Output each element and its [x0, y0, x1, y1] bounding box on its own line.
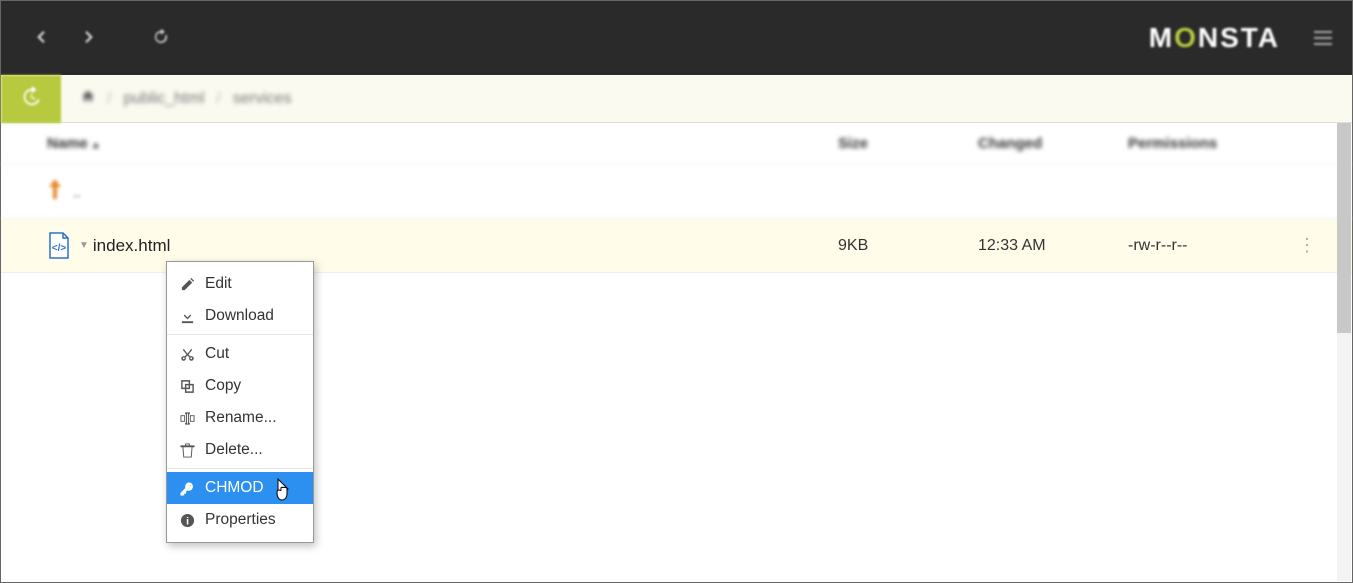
pointer-cursor-icon	[272, 478, 292, 505]
up-arrow-icon	[47, 179, 63, 205]
breadcrumb-bar: / public_html / services	[1, 75, 1352, 123]
breadcrumb-separator: /	[216, 90, 220, 108]
column-header-changed[interactable]: Changed	[978, 135, 1128, 152]
context-menu-edit[interactable]: Edit	[167, 268, 313, 300]
back-button[interactable]	[17, 14, 65, 62]
file-changed: 12:33 AM	[978, 237, 1128, 255]
context-menu-label: Properties	[205, 511, 276, 529]
trash-icon	[179, 443, 195, 458]
info-icon: i	[179, 513, 195, 528]
context-menu-label: Edit	[205, 275, 232, 293]
column-header-name[interactable]: Name▲	[25, 135, 838, 152]
breadcrumb-home[interactable]	[81, 89, 95, 108]
rename-icon	[179, 411, 195, 426]
hamburger-icon	[1314, 31, 1332, 45]
context-menu-properties[interactable]: i Properties	[167, 504, 313, 536]
context-menu-label: CHMOD	[205, 479, 264, 497]
scrollbar-thumb[interactable]	[1337, 123, 1351, 333]
cut-icon	[179, 347, 195, 362]
column-headers: Name▲ Size Changed Permissions	[1, 123, 1352, 165]
context-menu-cut[interactable]: Cut	[167, 338, 313, 370]
context-menu-download[interactable]: Download	[167, 300, 313, 335]
file-size: 9KB	[838, 237, 978, 255]
app-logo: MONSTA	[1149, 22, 1280, 54]
context-menu-rename[interactable]: Rename...	[167, 402, 313, 434]
sort-asc-icon: ▲	[91, 140, 101, 151]
svg-text:i: i	[186, 516, 189, 527]
refresh-icon	[152, 28, 170, 49]
forward-button[interactable]	[65, 14, 113, 62]
file-name: index.html	[93, 236, 170, 256]
chevron-left-icon	[32, 28, 50, 49]
key-icon	[179, 481, 195, 496]
copy-icon	[179, 379, 195, 394]
context-menu-copy[interactable]: Copy	[167, 370, 313, 402]
vertical-scrollbar[interactable]	[1337, 123, 1351, 581]
context-menu-label: Delete...	[205, 441, 263, 459]
html-file-icon: </>	[47, 232, 71, 260]
breadcrumb-separator: /	[107, 90, 111, 108]
breadcrumb-segment[interactable]: services	[233, 90, 292, 108]
history-icon	[20, 86, 42, 111]
column-header-permissions[interactable]: Permissions	[1128, 135, 1298, 152]
refresh-button[interactable]	[137, 14, 185, 62]
edit-icon	[179, 277, 195, 292]
row-menu-button[interactable]: ⋮	[1298, 235, 1316, 255]
context-menu-label: Copy	[205, 377, 241, 395]
parent-directory-row[interactable]: ..	[1, 165, 1352, 219]
file-permissions: -rw-r--r--	[1128, 237, 1298, 255]
breadcrumb-segment[interactable]: public_html	[123, 90, 204, 108]
parent-directory-label: ..	[73, 184, 81, 200]
caret-down-icon[interactable]: ▼	[79, 240, 89, 251]
context-menu-label: Download	[205, 307, 274, 325]
context-menu-delete[interactable]: Delete...	[167, 434, 313, 469]
breadcrumb: / public_html / services	[61, 89, 292, 108]
history-button[interactable]	[1, 75, 61, 123]
top-toolbar: MONSTA	[1, 1, 1352, 75]
download-icon	[179, 309, 195, 324]
chevron-right-icon	[80, 28, 98, 49]
column-header-size[interactable]: Size	[838, 135, 978, 152]
main-menu-button[interactable]	[1314, 27, 1332, 49]
context-menu-label: Rename...	[205, 409, 277, 427]
context-menu-label: Cut	[205, 345, 229, 363]
svg-text:</>: </>	[52, 243, 67, 254]
